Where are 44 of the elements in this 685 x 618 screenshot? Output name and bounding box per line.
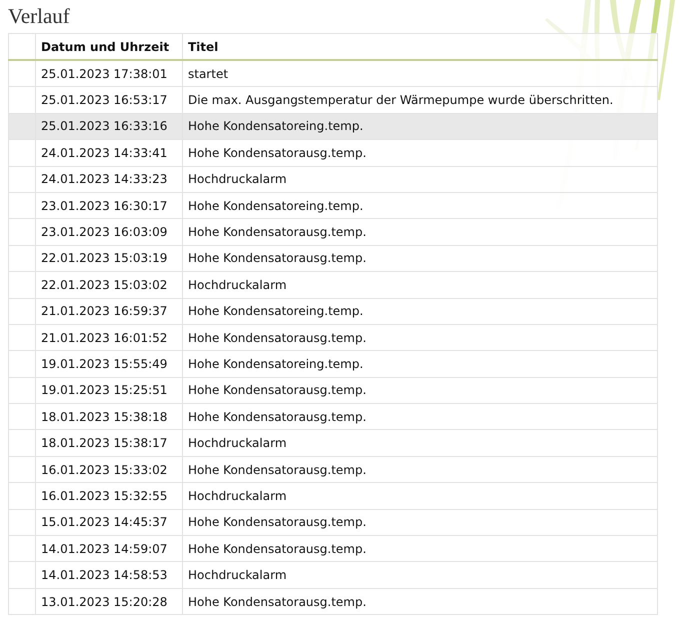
table-cell: 21.01.2023 16:59:37 <box>36 298 182 324</box>
table-row[interactable]: 16.01.2023 15:33:02 Hohe Kondensatorausg.temp. <box>8 456 658 483</box>
table-row[interactable]: 25.01.2023 17:38:01 startet <box>8 60 658 87</box>
table-row[interactable]: 21.01.2023 16:59:37 Hohe Kondensatoreing.temp. <box>8 298 658 324</box>
table-cell: 13.01.2023 15:20:28 <box>36 588 182 615</box>
table-cell: Hochdruckalarm <box>182 166 658 192</box>
table-cell: 25.01.2023 16:53:17 <box>36 86 182 114</box>
table-cell: Hochdruckalarm <box>182 482 658 510</box>
table-cell: 24.01.2023 14:33:23 <box>36 166 182 192</box>
table-row[interactable]: 16.01.2023 15:32:55 Hochdruckalarm <box>8 482 658 510</box>
table-row[interactable]: 22.01.2023 15:03:19 Hohe Kondensatorausg.temp. <box>8 245 658 272</box>
table-cell: Hochdruckalarm <box>182 430 658 456</box>
table-cell: 14.01.2023 14:58:53 <box>36 562 182 588</box>
table-cell: Hohe Kondensatoreing.temp. <box>182 350 658 378</box>
table-row[interactable]: 19.01.2023 15:25:51 Hohe Kondensatorausg.temp. <box>8 377 658 404</box>
table-cell: 23.01.2023 16:03:09 <box>36 218 182 246</box>
table-cell: Hohe Kondensatorausg.temp. <box>182 140 658 166</box>
table-row[interactable]: 21.01.2023 16:01:52 Hohe Kondensatorausg.temp. <box>8 324 658 351</box>
table-row[interactable]: 19.01.2023 15:55:49 Hohe Kondensatoreing.temp. <box>8 350 658 378</box>
table-row[interactable]: 18.01.2023 15:38:17 Hochdruckalarm <box>8 430 658 456</box>
table-cell: 18.01.2023 15:38:17 <box>36 430 182 456</box>
table-row[interactable]: 13.01.2023 15:20:28 Hohe Kondensatorausg.temp. <box>8 588 658 615</box>
table-cell: 19.01.2023 15:55:49 <box>36 350 182 378</box>
table-cell: 16.01.2023 15:32:55 <box>36 482 182 510</box>
table-cell: Hochdruckalarm <box>182 562 658 588</box>
page-title: Verlauf <box>8 3 70 29</box>
table-row[interactable]: 24.01.2023 14:33:41 Hohe Kondensatorausg.temp. <box>8 140 658 166</box>
table-cell: Hohe Kondensatorausg.temp. <box>182 218 658 246</box>
table-row[interactable]: 24.01.2023 14:33:23 Hochdruckalarm <box>8 166 658 192</box>
table-row[interactable]: 14.01.2023 14:58:53 Hochdruckalarm <box>8 562 658 588</box>
table-cell: Hochdruckalarm <box>182 272 658 298</box>
table-cell: 22.01.2023 15:03:02 <box>36 272 182 298</box>
table-row[interactable]: 25.01.2023 16:33:16 Hohe Kondensatoreing.temp. <box>8 113 658 140</box>
table-row[interactable]: 15.01.2023 14:45:37 Hohe Kondensatorausg.temp. <box>8 509 658 536</box>
table-cell: Hohe Kondensatorausg.temp. <box>182 588 658 615</box>
table-row[interactable]: 25.01.2023 16:53:17 Die max. Ausgangstemperatur der Wärmepumpe wurde überschritten. <box>8 86 658 114</box>
table-cell: 24.01.2023 14:33:41 <box>36 140 182 166</box>
table-row[interactable]: 18.01.2023 15:38:18 Hohe Kondensatorausg.temp. <box>8 404 658 430</box>
table-row[interactable]: 14.01.2023 14:59:07 Hohe Kondensatorausg.temp. <box>8 536 658 562</box>
table-row[interactable]: 23.01.2023 16:30:17 Hohe Kondensatoreing.temp. <box>8 192 658 219</box>
table-row[interactable]: 23.01.2023 16:03:09 Hohe Kondensatorausg.temp. <box>8 218 658 246</box>
table-cell: Die max. Ausgangstemperatur der Wärmepumpe wurde überschritten. <box>182 86 658 114</box>
table-cell: Hohe Kondensatoreing.temp. <box>182 298 658 324</box>
table-row[interactable]: 22.01.2023 15:03:02 Hochdruckalarm <box>8 272 658 298</box>
